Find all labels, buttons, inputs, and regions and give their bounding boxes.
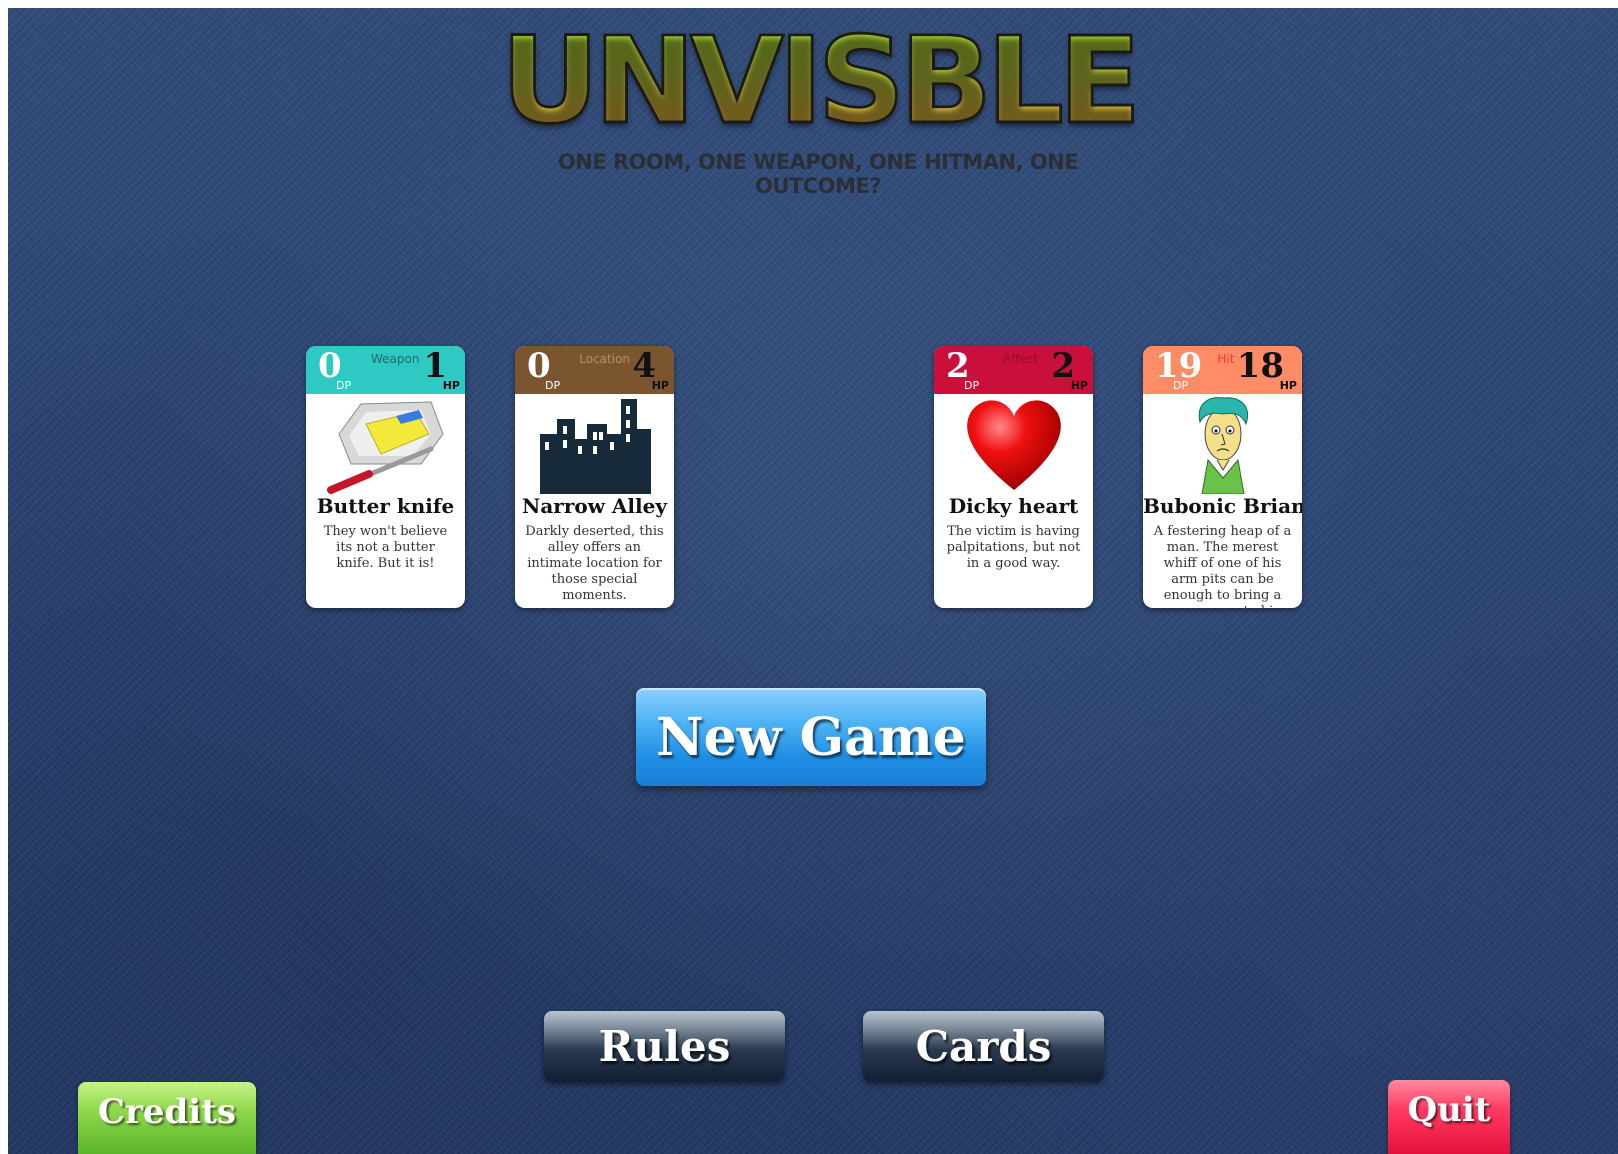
- new-game-button[interactable]: New Game: [636, 688, 986, 786]
- card-header: 0 DP Weapon 1 HP: [306, 346, 465, 394]
- card-name: Bubonic Brian: [1143, 494, 1302, 518]
- card-hp-label: HP: [1070, 379, 1088, 392]
- card-header: 2 DP Affect 2 HP: [934, 346, 1093, 394]
- card-header: 19 DP Hit 18 HP: [1143, 346, 1302, 394]
- card-name: Butter knife: [316, 494, 455, 518]
- card-weapon[interactable]: 0 DP Weapon 1 HP Butter knife They won't…: [306, 346, 465, 608]
- card-name: Dicky heart: [948, 494, 1079, 518]
- card-dp-label: DP: [1173, 379, 1189, 392]
- card-location[interactable]: 0 DP Location 4 HP Narrow Alley Darkly d…: [515, 346, 674, 608]
- card-hp: 18: [1236, 346, 1284, 386]
- cartoon-man-icon: [1143, 394, 1302, 494]
- card-header: 0 DP Location 4 HP: [515, 346, 674, 394]
- quit-button[interactable]: Quit: [1388, 1080, 1510, 1154]
- game-tagline: ONE ROOM, ONE WEAPON, ONE HITMAN, ONE OU…: [557, 150, 1079, 198]
- card-hp-label: HP: [1279, 379, 1297, 392]
- card-dp-label: DP: [336, 379, 352, 392]
- game-title: UNVISBLE: [499, 11, 1143, 151]
- card-dp-label: DP: [545, 379, 561, 392]
- card-type: Hit: [1217, 352, 1235, 366]
- card-type: Affect: [1002, 352, 1039, 366]
- butter-knife-icon: [306, 394, 465, 494]
- city-skyline-icon: [515, 394, 674, 494]
- card-description: The victim is having palpitations, but n…: [946, 524, 1081, 571]
- rules-button[interactable]: Rules: [544, 1011, 785, 1081]
- card-name: Narrow Alley: [522, 494, 667, 518]
- game-logo: UNVISBLE: [498, 11, 1143, 151]
- card-description: A festering heap of a man. The merest wh…: [1153, 524, 1292, 608]
- credits-button[interactable]: Credits: [78, 1082, 256, 1154]
- game-board: UNVISBLE ONE ROOM, ONE WEAPON, ONE HITMA…: [8, 8, 1618, 1154]
- card-hit[interactable]: 19 DP Hit 18 HP Bubonic Brian A festerin…: [1143, 346, 1302, 608]
- card-affect[interactable]: 2 DP Affect 2 HP Dicky heart The victim …: [934, 346, 1093, 608]
- card-dp-label: DP: [964, 379, 980, 392]
- card-type: Weapon: [370, 352, 420, 366]
- card-hp-label: HP: [442, 379, 460, 392]
- card-description: Darkly deserted, this alley offers an in…: [525, 524, 664, 603]
- card-hp-label: HP: [651, 379, 669, 392]
- heart-icon: [934, 394, 1093, 494]
- card-type: Location: [579, 352, 631, 366]
- card-description: They won't believe its not a butter knif…: [323, 524, 448, 571]
- cards-button[interactable]: Cards: [863, 1011, 1104, 1081]
